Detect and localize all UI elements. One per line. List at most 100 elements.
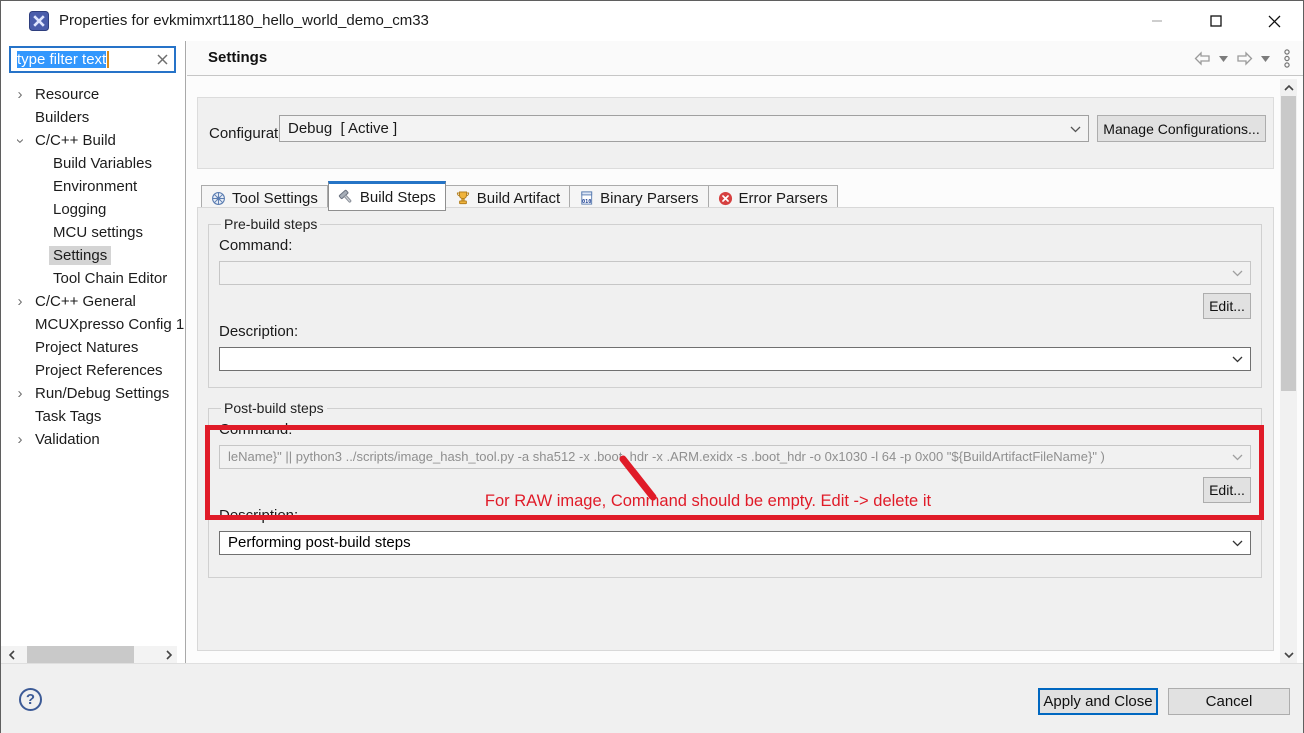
forward-icon[interactable]: [1235, 51, 1254, 66]
window-title: Properties for evkmimxrt1180_hello_world…: [59, 12, 429, 29]
chevron-down-icon: [1232, 454, 1243, 461]
text-caret: [107, 51, 109, 68]
chevron-collapsed-icon[interactable]: ›: [13, 433, 27, 447]
chevron-down-icon: [1070, 126, 1081, 133]
post-description-label: Description:: [219, 507, 1251, 524]
tab-label: Error Parsers: [739, 190, 828, 207]
post-command-label: Command:: [219, 421, 1251, 438]
sidebar-item-mcu-settings[interactable]: MCU settings: [1, 221, 185, 244]
horizontal-scrollbar[interactable]: [1, 646, 177, 663]
sidebar-item-label: Builders: [31, 108, 93, 127]
chevron-collapsed-icon[interactable]: ›: [13, 295, 27, 309]
sidebar-item-label: Resource: [31, 85, 103, 104]
sidebar-item-settings[interactable]: Settings: [1, 244, 185, 267]
app-icon: [29, 11, 49, 31]
trophy-icon: [455, 190, 471, 206]
close-icon[interactable]: [1251, 1, 1297, 41]
tab-label: Build Artifact: [477, 190, 560, 207]
chevron-expanded-icon[interactable]: ›: [13, 134, 27, 148]
sidebar-item-logging[interactable]: Logging: [1, 198, 185, 221]
sidebar-item-label: Validation: [31, 430, 104, 449]
settings-panel: Configuration: Debug [ Active ] Manage C…: [187, 77, 1303, 663]
chevron-down-icon: [1232, 540, 1243, 547]
back-icon[interactable]: [1193, 51, 1212, 66]
sidebar-item-builders[interactable]: Builders: [1, 106, 185, 129]
sidebar-item-label: C/C++ Build: [31, 131, 120, 150]
tab-label: Binary Parsers: [600, 190, 698, 207]
view-menu-icon[interactable]: [1283, 49, 1291, 68]
pre-edit-button[interactable]: Edit...: [1203, 293, 1251, 319]
sidebar-item-label: MCU settings: [49, 223, 147, 242]
post-edit-button[interactable]: Edit...: [1203, 477, 1251, 503]
chevron-collapsed-icon[interactable]: ›: [13, 387, 27, 401]
properties-sidebar: type filter text › Resource Builders › C/C++…: [1, 41, 186, 663]
cancel-button[interactable]: Cancel: [1168, 688, 1290, 715]
tab-build-steps[interactable]: Build Steps: [328, 181, 446, 211]
configuration-value: Debug [ Active ]: [280, 116, 1088, 141]
scrollbar-thumb[interactable]: [1281, 96, 1296, 391]
clear-filter-icon[interactable]: [157, 54, 168, 65]
sidebar-item-c-c-build[interactable]: › C/C++ Build: [1, 129, 185, 152]
binary-doc-icon: 010: [579, 190, 594, 206]
sidebar-item-validation[interactable]: › Validation: [1, 428, 185, 451]
scroll-right-icon[interactable]: [160, 646, 177, 663]
sidebar-item-label: Tool Chain Editor: [49, 269, 171, 288]
sidebar-item-project-references[interactable]: Project References: [1, 359, 185, 382]
pre-build-steps-group: Pre-build steps Command: Edit... Descrip…: [208, 216, 1262, 388]
pre-description-label: Description:: [219, 323, 1251, 340]
chevron-down-icon: [1232, 356, 1243, 363]
sidebar-item-build-variables[interactable]: Build Variables: [1, 152, 185, 175]
chevron-down-icon: [1232, 270, 1243, 277]
page-title: Settings: [208, 49, 267, 66]
pre-description-dropdown[interactable]: [219, 347, 1251, 371]
apply-and-close-button[interactable]: Apply and Close: [1038, 688, 1158, 715]
post-build-steps-group: Post-build steps Command: leName}" || py…: [208, 400, 1262, 578]
tab-label: Tool Settings: [232, 190, 318, 207]
pre-command-label: Command:: [219, 237, 1251, 254]
sidebar-item-label: Run/Debug Settings: [31, 384, 173, 403]
sidebar-item-task-tags[interactable]: Task Tags: [1, 405, 185, 428]
pre-command-dropdown[interactable]: [219, 261, 1251, 285]
pre-build-legend: Pre-build steps: [221, 216, 320, 232]
chevron-collapsed-icon[interactable]: ›: [13, 88, 27, 102]
sidebar-item-label: C/C++ General: [31, 292, 140, 311]
sidebar-item-tool-chain-editor[interactable]: Tool Chain Editor: [1, 267, 185, 290]
help-icon[interactable]: ?: [19, 688, 42, 711]
sidebar-item-label: Build Variables: [49, 154, 156, 173]
svg-text:010: 010: [582, 199, 591, 205]
minimize-button[interactable]: [1134, 1, 1180, 41]
forward-menu-icon[interactable]: [1261, 56, 1270, 62]
properties-tree: › Resource Builders › C/C++ Build Build Varia…: [1, 83, 185, 451]
sidebar-item-run-debug-settings[interactable]: › Run/Debug Settings: [1, 382, 185, 405]
error-icon: [718, 191, 733, 206]
sidebar-item-label: Project References: [31, 361, 167, 380]
sidebar-item-label: Logging: [49, 200, 110, 219]
title-bar: Properties for evkmimxrt1180_hello_world…: [1, 1, 1303, 41]
sidebar-item-mcuxpresso-config-1[interactable]: MCUXpresso Config 1: [1, 313, 185, 336]
scroll-down-icon[interactable]: [1280, 646, 1297, 663]
sidebar-item-resource[interactable]: › Resource: [1, 83, 185, 106]
build-steps-pane: Pre-build steps Command: Edit... Descrip…: [197, 207, 1274, 651]
hammer-icon: [338, 189, 354, 205]
vertical-scrollbar[interactable]: [1280, 79, 1297, 663]
sidebar-item-label: Environment: [49, 177, 141, 196]
configuration-section: Configuration: Debug [ Active ] Manage C…: [197, 97, 1274, 169]
sidebar-item-label: MCUXpresso Config 1: [31, 315, 185, 334]
scrollbar-thumb[interactable]: [27, 646, 134, 663]
scroll-up-icon[interactable]: [1280, 79, 1297, 96]
sidebar-item-c-c-general[interactable]: › C/C++ General: [1, 290, 185, 313]
tool-settings-icon: [211, 191, 226, 206]
tab-label: Build Steps: [360, 189, 436, 206]
manage-configurations-button[interactable]: Manage Configurations...: [1097, 115, 1266, 142]
scroll-left-icon[interactable]: [3, 646, 20, 663]
back-menu-icon[interactable]: [1219, 56, 1228, 62]
post-command-dropdown[interactable]: leName}" || python3 ../scripts/image_has…: [219, 445, 1251, 469]
maximize-button[interactable]: [1193, 1, 1239, 41]
filter-input[interactable]: type filter text: [9, 46, 176, 73]
dialog-footer: ? Apply and Close Cancel: [1, 663, 1303, 733]
post-description-dropdown[interactable]: Performing post-build steps: [219, 531, 1251, 555]
configuration-dropdown[interactable]: Debug [ Active ]: [279, 115, 1089, 142]
sidebar-item-project-natures[interactable]: Project Natures: [1, 336, 185, 359]
sidebar-item-environment[interactable]: Environment: [1, 175, 185, 198]
sidebar-item-label: Task Tags: [31, 407, 105, 426]
